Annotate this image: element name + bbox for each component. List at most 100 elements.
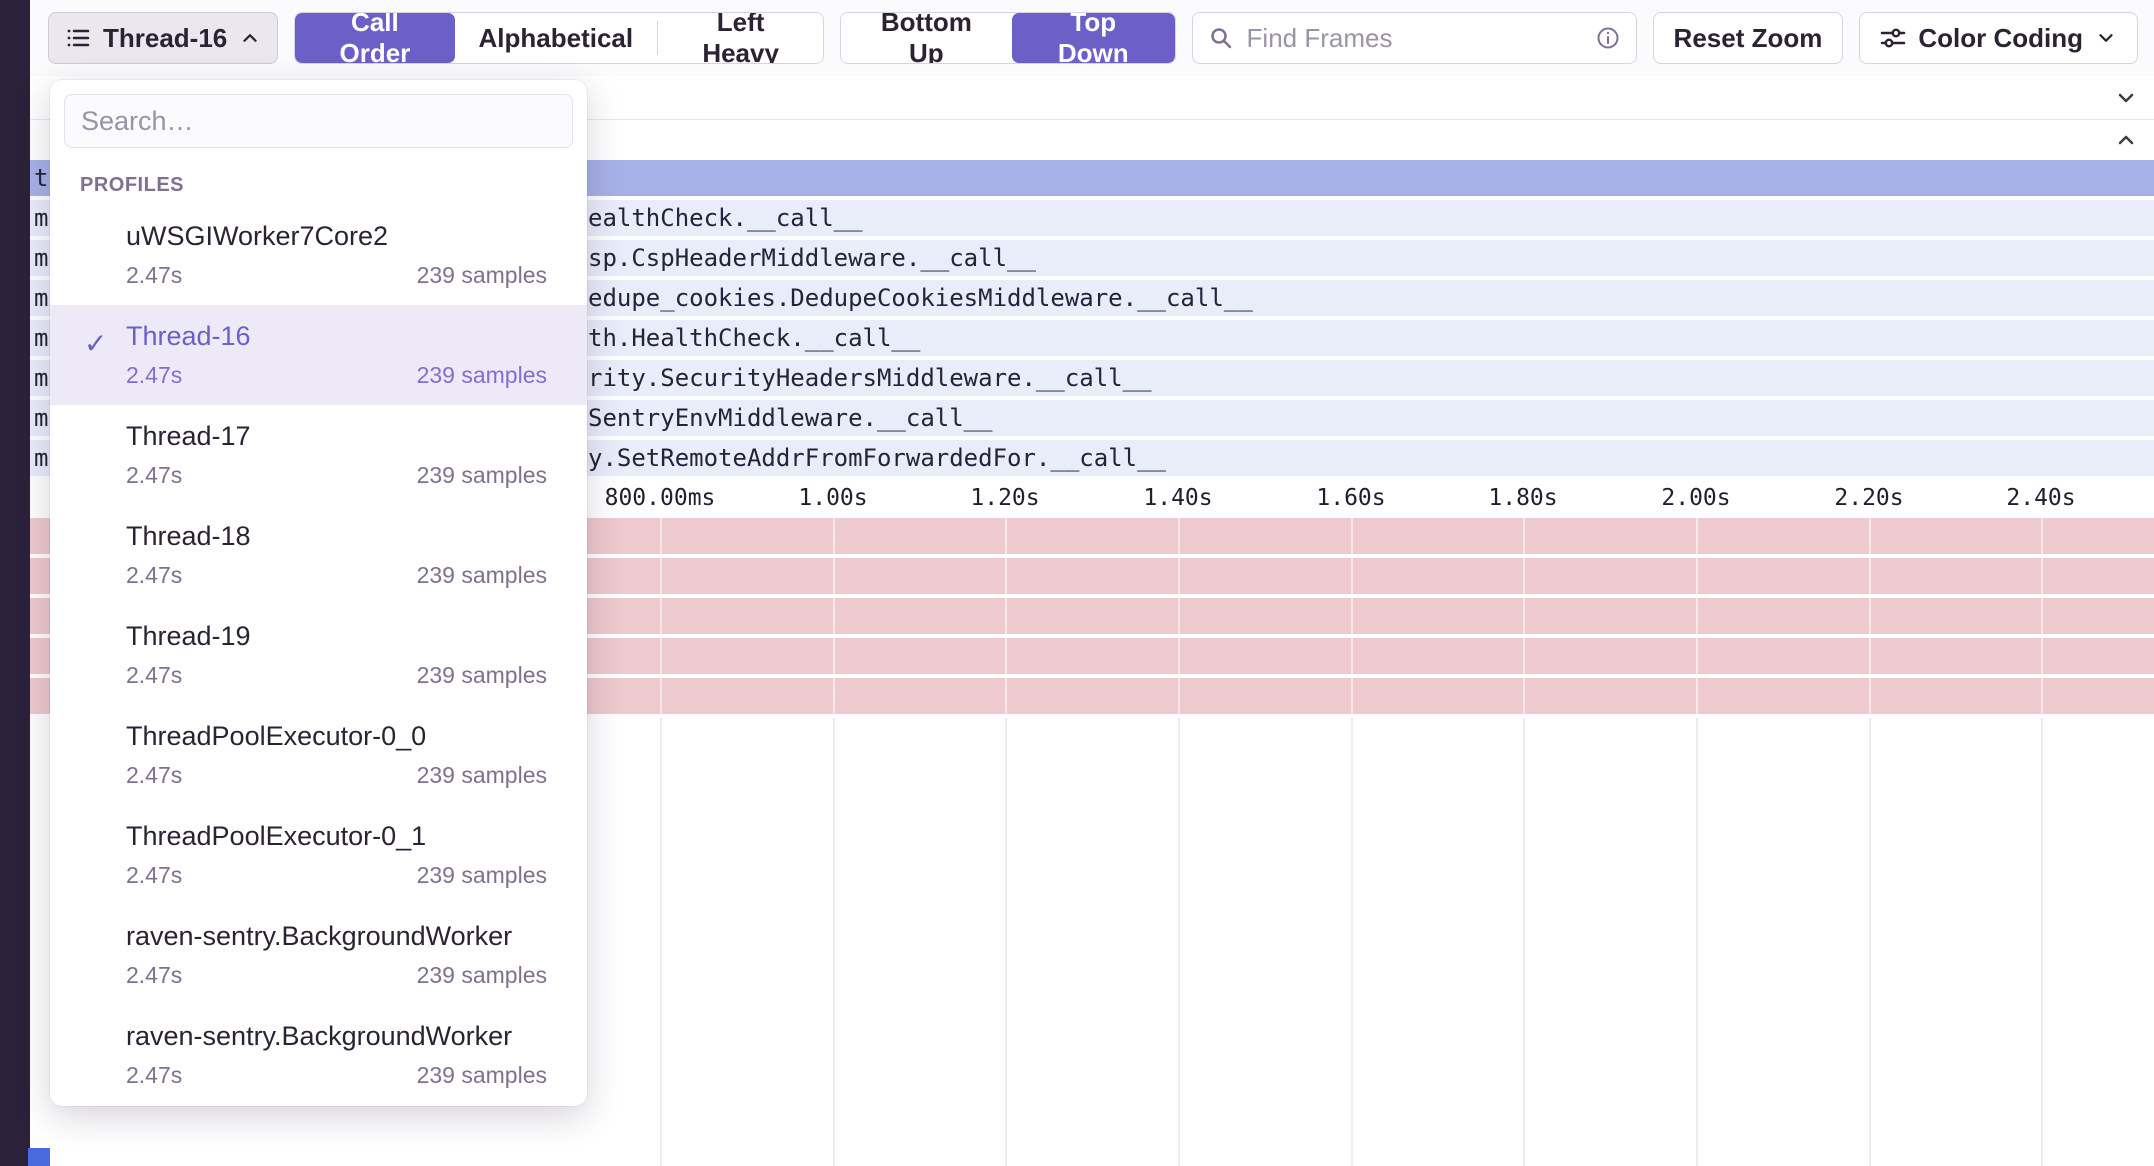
axis-tick-label: 1.40s: [1143, 485, 1212, 511]
sort-alphabetical-button[interactable]: Alphabetical: [455, 13, 658, 63]
profile-option[interactable]: ✓ Thread-17 2.47s 239 samples: [50, 405, 587, 505]
profile-duration: 2.47s: [126, 562, 182, 589]
profile-duration: 2.47s: [126, 962, 182, 989]
frame-text-fragment: m: [34, 200, 48, 236]
dropdown-search-input[interactable]: [81, 106, 556, 137]
sort-left-heavy-button[interactable]: Left Heavy: [658, 13, 822, 63]
gridline: [660, 718, 662, 1166]
direction-toggle-group: Bottom Up Top Down: [840, 12, 1176, 64]
axis-tick-label: 1.20s: [970, 485, 1039, 511]
gridline: [1869, 718, 1871, 1166]
frame-text: sp.CspHeaderMiddleware.__call__: [588, 240, 1036, 276]
profile-duration: 2.47s: [126, 762, 182, 789]
info-icon[interactable]: [1596, 26, 1620, 50]
gridline: [833, 518, 835, 718]
profile-option[interactable]: ✓ ThreadPoolExecutor-0_1 2.47s 239 sampl…: [50, 805, 587, 905]
axis-tick-label: 1.80s: [1488, 485, 1557, 511]
gridline: [1005, 718, 1007, 1166]
gridline: [1523, 718, 1525, 1166]
color-coding-button[interactable]: Color Coding: [1859, 12, 2138, 64]
gridline: [833, 718, 835, 1166]
profile-option[interactable]: ✓ ThreadPoolExecutor-0_0 2.47s 239 sampl…: [50, 705, 587, 805]
profile-option[interactable]: ✓ Thread-16 2.47s 239 samples: [50, 305, 587, 405]
sort-call-order-button[interactable]: Call Order: [295, 13, 454, 63]
frame-text-fragment: m: [34, 320, 48, 356]
gridline: [660, 518, 662, 718]
profile-samples: 239 samples: [417, 462, 547, 489]
frame-text-fragment: m: [34, 400, 48, 436]
list-icon: [65, 25, 91, 51]
collapsed-sidebar[interactable]: [0, 0, 30, 1166]
profile-samples: 239 samples: [417, 262, 547, 289]
search-icon: [1209, 26, 1233, 50]
direction-bottom-up-button[interactable]: Bottom Up: [841, 13, 1012, 63]
profile-samples: 239 samples: [417, 562, 547, 589]
profile-duration: 2.47s: [126, 462, 182, 489]
profile-name: Thread-16: [126, 321, 547, 352]
profiles-section-label: PROFILES: [50, 162, 587, 205]
gridline: [1351, 518, 1353, 718]
profile-samples: 239 samples: [417, 962, 547, 989]
frame-text: th.HealthCheck.__call__: [588, 320, 920, 356]
axis-tick-label: 2.40s: [2006, 485, 2075, 511]
profile-option[interactable]: ✓ Thread-19 2.47s 239 samples: [50, 605, 587, 705]
profile-name: Thread-18: [126, 521, 547, 552]
gridline: [1178, 518, 1180, 718]
axis-tick-label: 800.00ms: [605, 485, 716, 511]
profile-duration: 2.47s: [126, 1062, 182, 1089]
find-frames-search: [1192, 12, 1637, 64]
profile-samples: 239 samples: [417, 662, 547, 689]
gridline: [2041, 718, 2043, 1166]
chevron-down-icon: [2095, 27, 2117, 49]
thread-selector-label: Thread-16: [103, 23, 227, 54]
profile-option[interactable]: ✓ uWSGIWorker7Core2 2.47s 239 samples: [50, 205, 587, 305]
profile-duration: 2.47s: [126, 862, 182, 889]
profile-samples: 239 samples: [417, 862, 547, 889]
frame-text-fragment: m: [34, 440, 48, 476]
frame-text: SentryEnvMiddleware.__call__: [588, 400, 993, 436]
frame-text-fragment: t: [34, 160, 48, 196]
collapse-minimap-chevron-down-icon[interactable]: [2114, 86, 2138, 110]
thread-selector-button[interactable]: Thread-16: [48, 12, 278, 64]
frame-text-fragment: m: [34, 360, 48, 396]
gridline: [1005, 518, 1007, 718]
gridline: [1523, 518, 1525, 718]
profile-name: uWSGIWorker7Core2: [126, 221, 547, 252]
profile-name: ThreadPoolExecutor-0_1: [126, 821, 547, 852]
gridline: [1696, 718, 1698, 1166]
profile-name: raven-sentry.BackgroundWorker: [126, 1021, 547, 1052]
profile-option[interactable]: ✓ raven-sentry.BackgroundWorker 2.47s 23…: [50, 1005, 587, 1105]
frame-text: y.SetRemoteAddrFromForwardedFor.__call__: [588, 440, 1166, 476]
gridline: [1869, 518, 1871, 718]
profiler-flamegraph-screen: Thread-16 Call Order Alphabetical Left H…: [0, 0, 2154, 1166]
profile-option[interactable]: ✓ Thread-18 2.47s 239 samples: [50, 505, 587, 605]
axis-tick-label: 1.00s: [798, 485, 867, 511]
profile-samples: 239 samples: [417, 762, 547, 789]
gridline: [1351, 718, 1353, 1166]
toolbar: Thread-16 Call Order Alphabetical Left H…: [30, 0, 2154, 76]
profile-option[interactable]: ✓ raven-sentry.BackgroundWorker 2.47s 23…: [50, 905, 587, 1005]
reset-zoom-button[interactable]: Reset Zoom: [1653, 12, 1844, 64]
check-icon: ✓: [84, 327, 107, 360]
direction-top-down-button[interactable]: Top Down: [1012, 13, 1175, 63]
sliders-icon: [1880, 25, 1906, 51]
profile-duration: 2.47s: [126, 662, 182, 689]
gridline: [1696, 518, 1698, 718]
profile-name: raven-sentry.BackgroundWorker: [126, 921, 547, 952]
find-frames-input[interactable]: [1247, 23, 1582, 54]
axis-tick-label: 2.20s: [1834, 485, 1903, 511]
frame-text: ealthCheck.__call__: [588, 200, 863, 236]
collapse-flamechart-chevron-up-icon[interactable]: [2114, 128, 2138, 152]
thread-dropdown: PROFILES ✓ uWSGIWorker7Core2 2.47s 239 s…: [50, 80, 587, 1106]
minimap-thumb: [28, 1148, 50, 1166]
profile-samples: 239 samples: [417, 1062, 547, 1089]
chevron-up-icon: [239, 27, 261, 49]
dropdown-search: [64, 94, 573, 148]
frame-text: edupe_cookies.DedupeCookiesMiddleware.__…: [588, 280, 1253, 316]
axis-tick-label: 1.60s: [1316, 485, 1385, 511]
sort-toggle-group: Call Order Alphabetical Left Heavy: [294, 12, 824, 64]
color-coding-label: Color Coding: [1918, 23, 2083, 54]
profile-duration: 2.47s: [126, 362, 182, 389]
profile-samples: 239 samples: [417, 362, 547, 389]
profile-duration: 2.47s: [126, 262, 182, 289]
